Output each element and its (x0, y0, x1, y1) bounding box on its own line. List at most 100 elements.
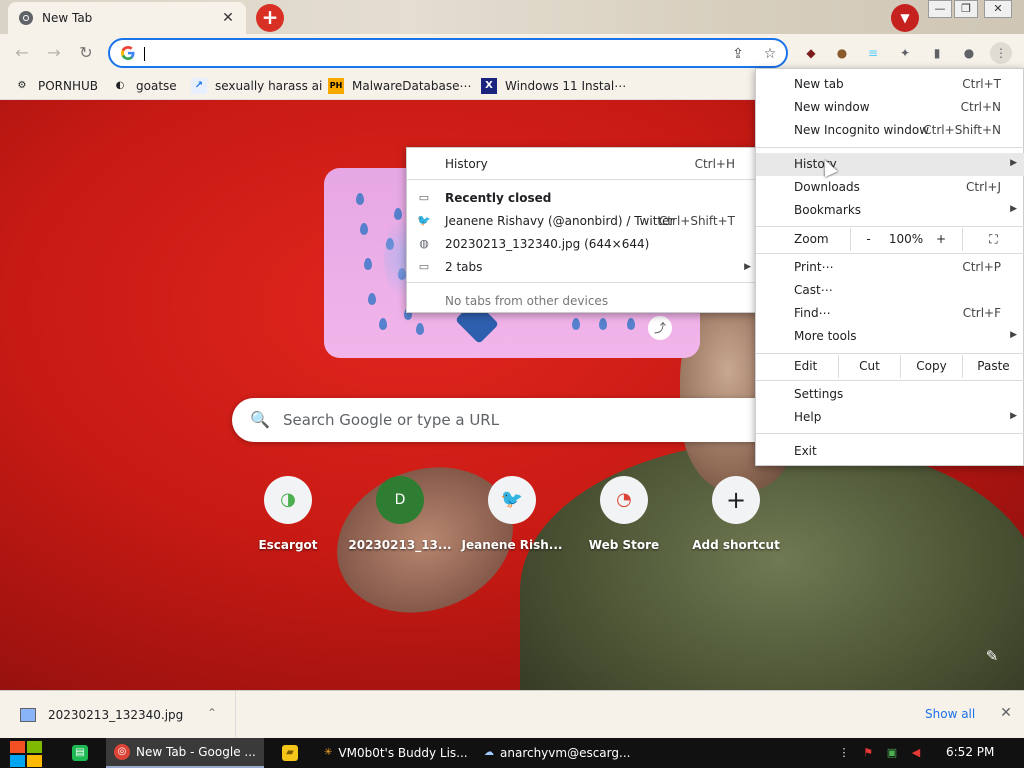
shortcut-label: Jeanene Rish... (461, 538, 563, 552)
show-all-link[interactable]: Show all (925, 707, 975, 721)
tab-search-button[interactable]: ▼ (891, 4, 919, 32)
shortcut-tile[interactable]: D 20230213_13... (344, 476, 456, 556)
tab-close-icon[interactable]: ✕ (220, 10, 236, 26)
window-close-button[interactable]: ✕ (984, 0, 1012, 18)
menu-zoom-row: Zoom - 100% + ⛶ (756, 228, 1024, 251)
bookmark-label: PORNHUB (38, 79, 99, 93)
menu-item-bookmarks[interactable]: Bookmarks ▶ (756, 199, 1024, 222)
menu-separator (756, 353, 1024, 354)
menu-item-new-tab[interactable]: New tab Ctrl+T (756, 73, 1024, 96)
side-panel-icon[interactable]: ▮ (926, 42, 948, 64)
new-tab-button[interactable]: + (256, 4, 284, 32)
menu-item-new-incognito[interactable]: New Incognito window Ctrl+Shift+N (756, 119, 1024, 142)
menu-separator (407, 179, 759, 180)
tab-icon: ▭ (418, 190, 430, 204)
taskbar-label: anarchyvm@escarg... (500, 746, 631, 760)
cut-button[interactable]: Cut (838, 355, 900, 378)
bookmark-item[interactable]: ◐ goatse (112, 77, 177, 95)
downloads-close-icon[interactable]: ✕ (998, 705, 1014, 721)
add-shortcut-tile[interactable]: + Add shortcut (680, 476, 792, 556)
bookmark-label: MalwareDatabase⋯ (352, 79, 472, 93)
forward-button[interactable]: → (42, 42, 66, 64)
taskbar-item-spotify[interactable]: ▤ (64, 738, 102, 768)
bookmark-item[interactable]: PH MalwareDatabase⋯ (328, 77, 472, 95)
menu-item-exit[interactable]: Exit (756, 440, 1024, 463)
recently-closed-item[interactable]: ▭ 2 tabs ▶ (407, 255, 759, 278)
customize-pencil-icon[interactable]: ✎ (982, 646, 1002, 666)
taskbar-clock[interactable]: 6:52 PM (946, 745, 994, 759)
avatar-extension-icon[interactable]: ● (831, 42, 853, 64)
shortcut-label: 20230213_13... (348, 538, 452, 552)
back-button[interactable]: ← (10, 42, 34, 64)
menu-item-shortcut: Ctrl+H (694, 156, 735, 171)
menu-item-history[interactable]: History Ctrl+H (407, 152, 759, 175)
window-icon: ▭ (418, 259, 430, 273)
chrome-menu-icon[interactable]: ⋮ (990, 42, 1012, 64)
share-icon[interactable]: ⇪ (728, 44, 748, 64)
menu-item-find[interactable]: Find⋯ Ctrl+F (756, 302, 1024, 325)
address-bar[interactable]: ⇪ ☆ (108, 38, 788, 68)
tab-new-tab[interactable]: New Tab ✕ (8, 2, 246, 34)
messenger-icon: ☁ (484, 747, 494, 758)
download-filename: 20230213_132340.jpg (48, 708, 184, 722)
taskbar-item-buddy-list[interactable]: ✳ VM0b0t's Buddy Lis... (316, 738, 472, 768)
menu-item-new-window[interactable]: New window Ctrl+N (756, 96, 1024, 119)
menu-item-downloads[interactable]: Downloads Ctrl+J (756, 176, 1024, 199)
folder-icon: ▰ (282, 745, 298, 761)
menu-item-history[interactable]: History ▶ (756, 153, 1024, 176)
shortcut-tile[interactable]: ◔ Web Store (568, 476, 680, 556)
bookmark-star-icon[interactable]: ☆ (760, 44, 780, 64)
menu-separator (756, 380, 1024, 381)
chevron-up-icon[interactable]: ⌃ (204, 705, 220, 721)
shortcut-label: Web Store (588, 538, 660, 552)
minimize-button[interactable]: — (928, 0, 952, 18)
taskbar-item-chrome[interactable]: ◎ New Tab - Google ... (106, 738, 264, 768)
search-placeholder: Search Google or type a URL (283, 411, 500, 429)
menu-separator (756, 226, 1024, 227)
bookmark-item[interactable]: ⚙ PORNHUB (14, 77, 99, 95)
menu-separator (407, 282, 759, 283)
menu-item-more-tools[interactable]: More tools ▶ (756, 325, 1024, 348)
menu-item-cast[interactable]: Cast⋯ (756, 279, 1024, 302)
recently-closed-item[interactable]: 🐦 Jeanene Rishavy (@anonbird) / Twitter … (407, 209, 759, 232)
taskbar-item-explorer[interactable]: ▰ (274, 738, 312, 768)
windows-start-icon[interactable] (10, 741, 42, 767)
profile-icon[interactable]: ● (958, 42, 980, 64)
recently-closed-item[interactable]: ◍ 20230213_132340.jpg (644×644) (407, 232, 759, 255)
taskbar-item-escargot[interactable]: ☁ anarchyvm@escarg... (476, 738, 632, 768)
volume-muted-icon[interactable]: ◀ (908, 745, 924, 761)
doodle-share-icon[interactable]: ⤴ (648, 316, 672, 340)
paste-button[interactable]: Paste (962, 355, 1024, 378)
flag-extension-icon[interactable]: ≡ (862, 42, 884, 64)
extensions-puzzle-icon[interactable]: ✦ (894, 42, 916, 64)
fullscreen-icon[interactable]: ⛶ (962, 228, 1024, 251)
zoom-out-button[interactable]: - (850, 228, 886, 251)
ublock-icon[interactable]: ◆ (800, 42, 822, 64)
bookmark-item[interactable]: ↗ sexually harass ai (191, 77, 322, 95)
copy-button[interactable]: Copy (900, 355, 962, 378)
overflow-icon[interactable]: ⋮ (836, 745, 852, 761)
globe-icon: ◍ (419, 236, 429, 250)
shortcut-tile[interactable]: 🐦 Jeanene Rish... (456, 476, 568, 556)
network-icon[interactable]: ▣ (884, 745, 900, 761)
shortcut-tile[interactable]: ◑ Escargot (232, 476, 344, 556)
chevron-right-icon: ▶ (744, 261, 751, 272)
bookmark-favicon-icon: PH (328, 78, 344, 94)
menu-item-label: History (445, 156, 488, 171)
menu-item-help[interactable]: Help ▶ (756, 406, 1024, 429)
ntp-search-box[interactable]: 🔍 Search Google or type a URL (232, 398, 812, 442)
bookmark-item[interactable]: X Windows 11 Instal⋯ (481, 77, 626, 95)
twitter-icon: 🐦 (417, 213, 431, 227)
download-item[interactable]: 20230213_132340.jpg ⌃ (0, 691, 236, 739)
menu-edit-row: Edit Cut Copy Paste (756, 355, 1024, 378)
bookmark-label: sexually harass ai (215, 79, 323, 93)
chrome-icon: ◎ (114, 744, 130, 760)
reload-button[interactable]: ↻ (74, 42, 98, 64)
maximize-button[interactable]: ❐ (954, 0, 978, 18)
flag-tray-icon[interactable]: ⚑ (860, 745, 876, 761)
menu-item-label: Jeanene Rishavy (@anonbird) / Twitter (445, 213, 675, 228)
menu-item-print[interactable]: Print⋯ Ctrl+P (756, 256, 1024, 279)
zoom-in-button[interactable]: + (926, 228, 956, 251)
tab-strip: New Tab ✕ + ▼ — ❐ ✕ (0, 0, 1024, 34)
menu-item-settings[interactable]: Settings (756, 383, 1024, 406)
